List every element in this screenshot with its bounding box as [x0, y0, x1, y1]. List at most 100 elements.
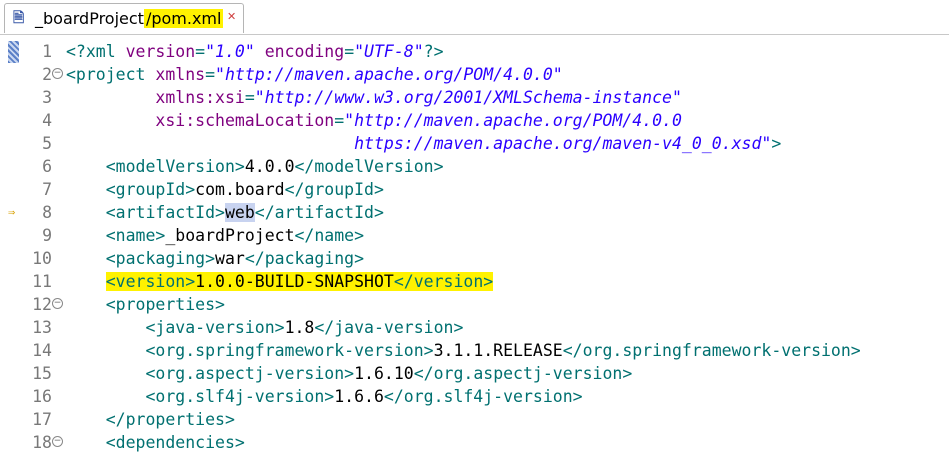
line-number: 16 — [32, 387, 52, 406]
code-editor[interactable]: ⇒ 1 <?xml version="1.0" encoding="UTF-8"?… — [0, 35, 949, 460]
line-number: 13 — [32, 318, 52, 337]
code-token: <name> — [105, 226, 166, 245]
code-token: 1.0.0-BUILD-SNAPSHOT — [195, 272, 394, 291]
code-text: <properties> — [66, 293, 225, 316]
tab-project-name: _boardProject — [35, 9, 144, 28]
code-line[interactable]: 14 <org.springframework-version>3.1.1.RE… — [0, 339, 949, 362]
line-number: 2 — [42, 65, 52, 84]
code-line[interactable]: 9 <name>_boardProject</name> — [0, 224, 949, 247]
code-token: <java-version> — [145, 318, 285, 337]
code-line[interactable]: 1 <?xml version="1.0" encoding="UTF-8"?> — [0, 40, 949, 63]
code-token: > — [771, 134, 782, 153]
code-token: </java-version> — [314, 318, 464, 337]
code-line[interactable]: 15 <org.aspectj-version>1.6.10</org.aspe… — [0, 362, 949, 385]
code-token: xsi:schemaLocation — [155, 111, 335, 130]
code-token: <groupId> — [105, 180, 196, 199]
code-line[interactable]: 8 <artifactId>web</artifactId> — [0, 201, 949, 224]
code-text: https://maven.apache.org/maven-v4_0_0.xs… — [66, 132, 781, 155]
code-text: <?xml version="1.0" encoding="UTF-8"?> — [66, 40, 444, 63]
code-text: <name>_boardProject</name> — [66, 224, 364, 247]
editor-tab-bar: 🗎 _boardProject/pom.xml ✕ — [0, 0, 949, 35]
code-token: <project — [66, 65, 156, 84]
code-line[interactable]: 11 <version>1.0.0-BUILD-SNAPSHOT</versio… — [0, 270, 949, 293]
code-token: = — [344, 42, 355, 61]
line-number: 15 — [32, 364, 52, 383]
code-token: "http://maven.apache.org/POM/4.0.0 — [344, 111, 682, 130]
code-text: <org.slf4j-version>1.6.6</org.slf4j-vers… — [66, 385, 583, 408]
line-number: 3 — [42, 88, 52, 107]
code-token: </name> — [294, 226, 365, 245]
code-token: xmlns — [155, 65, 206, 84]
code-line[interactable]: 16 <org.slf4j-version>1.6.6</org.slf4j-v… — [0, 385, 949, 408]
code-line[interactable]: 12− <properties> — [0, 293, 949, 316]
code-token: <modelVersion> — [105, 157, 245, 176]
code-token: </org.springframework-version> — [562, 341, 861, 360]
tab-title: _boardProject/pom.xml — [35, 9, 224, 28]
code-text: <project xmlns="http://maven.apache.org/… — [66, 63, 563, 86]
code-token: "http://maven.apache.org/POM/4.0.0" — [215, 65, 563, 84]
fold-toggle-icon[interactable]: − — [52, 436, 63, 447]
code-text: <dependencies> — [66, 431, 245, 454]
code-token: war — [215, 249, 245, 268]
code-text: <artifactId>web</artifactId> — [66, 201, 384, 224]
code-text: <modelVersion>4.0.0</modelVersion> — [66, 155, 444, 178]
line-number: 17 — [32, 410, 52, 429]
code-token: </packaging> — [244, 249, 365, 268]
code-token: </org.slf4j-version> — [383, 387, 583, 406]
code-line[interactable]: 5 https://maven.apache.org/maven-v4_0_0.… — [0, 132, 949, 155]
code-line[interactable]: 17 </properties> — [0, 408, 949, 431]
code-token: = — [334, 111, 345, 130]
code-line[interactable]: 3 xmlns:xsi="http://www.w3.org/2001/XMLS… — [0, 86, 949, 109]
code-token: <artifactId> — [105, 203, 225, 222]
code-text: xsi:schemaLocation="http://maven.apache.… — [66, 109, 682, 132]
code-line[interactable]: 2− <project xmlns="http://maven.apache.or… — [0, 63, 949, 86]
code-line[interactable]: 13 <java-version>1.8</java-version> — [0, 316, 949, 339]
code-line[interactable]: 18− <dependencies> — [0, 431, 949, 454]
code-token: _boardProject — [165, 226, 295, 245]
line-number: 8 — [42, 203, 52, 222]
code-text: <version>1.0.0-BUILD-SNAPSHOT</version> — [66, 270, 494, 293]
code-line[interactable]: 6 <modelVersion>4.0.0</modelVersion> — [0, 155, 949, 178]
code-line[interactable]: 7 <groupId>com.board</groupId> — [0, 178, 949, 201]
code-line[interactable]: 10 <packaging>war</packaging> — [0, 247, 949, 270]
fold-toggle-icon[interactable]: − — [52, 298, 63, 309]
tab-pom-xml[interactable]: 🗎 _boardProject/pom.xml ✕ — [4, 3, 244, 33]
line-number: 12 — [32, 295, 52, 314]
line-number: 7 — [42, 180, 52, 199]
code-token: <org.aspectj-version> — [145, 364, 355, 383]
code-token: 1.8 — [284, 318, 315, 337]
code-token: "http://www.w3.org/2001/XMLSchema-instan… — [254, 88, 682, 107]
line-number: 4 — [42, 111, 52, 130]
code-token: xmlns:xsi — [155, 88, 245, 107]
tab-file-label: pom.xml — [151, 9, 222, 28]
code-token: </properties> — [105, 410, 235, 429]
code-token: <org.springframework-version> — [145, 341, 434, 360]
code-token: 1.6.6 — [334, 387, 384, 406]
code-token: </org.aspectj-version> — [413, 364, 633, 383]
code-token: <dependencies> — [105, 433, 245, 452]
code-token: = — [244, 88, 255, 107]
code-token: <org.slf4j-version> — [145, 387, 335, 406]
fold-toggle-icon[interactable]: − — [52, 68, 63, 79]
close-icon[interactable]: ✕ — [227, 10, 236, 23]
code-token: </groupId> — [284, 180, 384, 199]
code-text: </properties> — [66, 408, 235, 431]
code-token: https://maven.apache.org/maven-v4_0_0.xs… — [354, 134, 772, 153]
code-line[interactable]: 4 xsi:schemaLocation="http://maven.apach… — [0, 109, 949, 132]
code-token: <?xml — [66, 42, 126, 61]
line-number: 18 — [32, 433, 52, 452]
code-text: <groupId>com.board</groupId> — [66, 178, 384, 201]
tab-file-name: /pom.xml — [143, 9, 224, 28]
code-token: 4.0.0 — [244, 157, 295, 176]
